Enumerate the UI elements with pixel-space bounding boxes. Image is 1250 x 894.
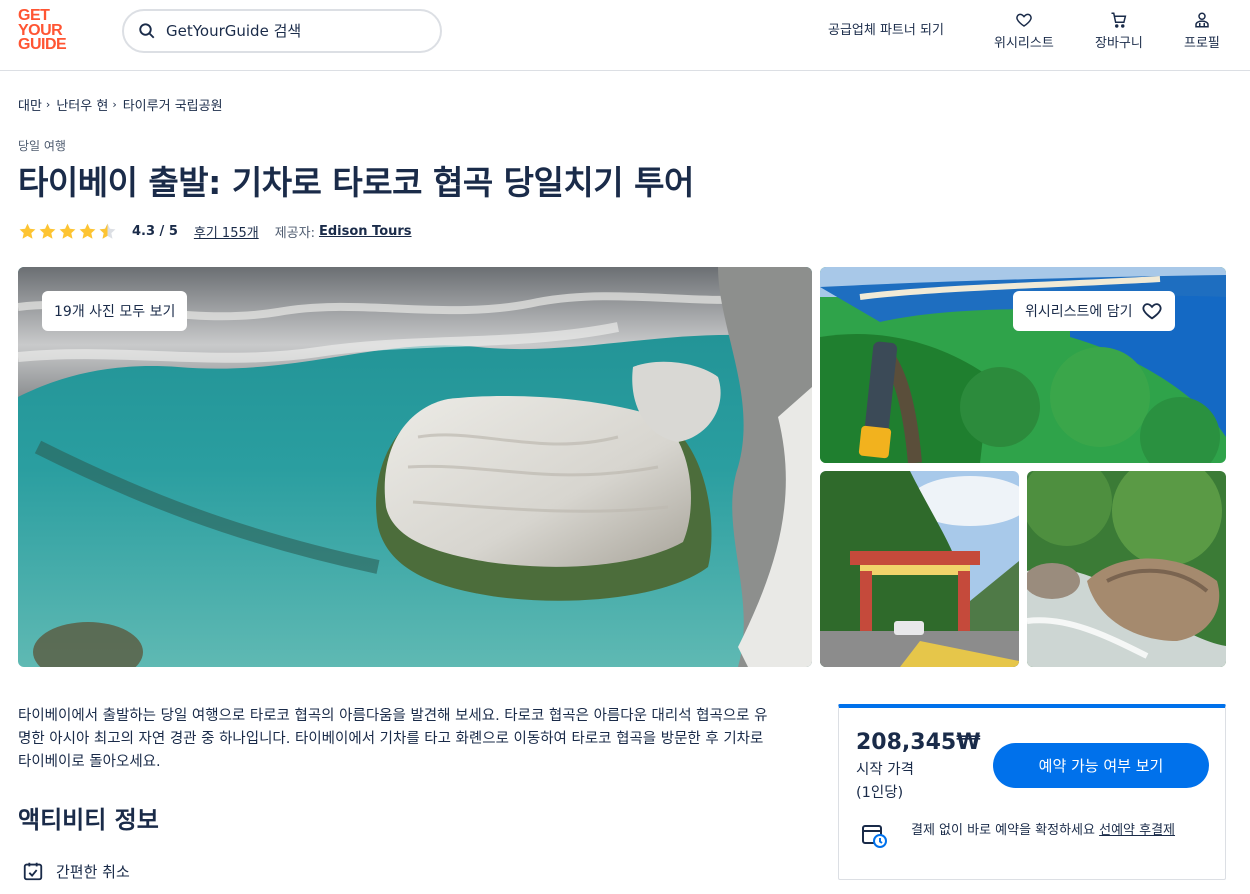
rating-row: 4.3 / 5 후기 155개 제공자: Edison Tours xyxy=(18,222,412,241)
feature-free-cancellation: 간편한 취소 xyxy=(22,860,130,882)
star-icon xyxy=(19,223,36,239)
chevron-right-icon: › xyxy=(112,98,117,111)
getyourguide-logo[interactable]: GET YOUR GUIDE xyxy=(18,8,76,55)
view-all-photos-button[interactable]: 19개 사진 모두 보기 xyxy=(42,291,188,331)
star-icon xyxy=(39,223,56,239)
reserve-now-pay-later: 결제 없이 바로 예약을 확정하세요 선예약 후결제 xyxy=(861,820,1211,850)
price-label: 시작 가격 xyxy=(856,762,914,778)
activity-category: 당일 여행 xyxy=(18,139,66,153)
page-title: 타이베이 출발: 기차로 타로코 협곡 당일치기 투어 xyxy=(18,163,694,202)
check-availability-button[interactable]: 예약 가능 여부 보기 xyxy=(993,743,1209,788)
profile-icon xyxy=(1195,12,1209,28)
calendar-check-icon xyxy=(23,862,43,881)
search-input[interactable] xyxy=(166,22,416,40)
reserve-link[interactable]: 선예약 후결제 xyxy=(1099,823,1175,838)
reviews-link[interactable]: 후기 155개 xyxy=(194,222,259,241)
search-bar[interactable] xyxy=(122,9,442,53)
price-unit: (1인당) xyxy=(856,785,904,801)
price-value: 208,345₩ xyxy=(856,730,981,755)
reserve-text: 결제 없이 바로 예약을 확정하세요 선예약 후결제 xyxy=(911,820,1175,850)
cart-icon xyxy=(1111,12,1127,28)
profile-label: 프로필 xyxy=(1184,36,1220,51)
star-rating xyxy=(18,222,118,241)
star-icon xyxy=(59,223,76,239)
add-to-wishlist-button[interactable]: 위시리스트에 담기 xyxy=(1013,291,1175,331)
nav-profile[interactable]: 프로필 xyxy=(1184,11,1220,51)
booking-card: 208,345₩ 시작 가격 (1인당) 예약 가능 여부 보기 결제 없이 바… xyxy=(838,704,1226,880)
reserve-description: 결제 없이 바로 예약을 확정하세요 xyxy=(911,823,1100,838)
nav-cart[interactable]: 장바구니 xyxy=(1095,11,1143,51)
half-star-icon xyxy=(99,223,116,239)
breadcrumb-item[interactable]: 난터우 현 xyxy=(56,95,108,114)
breadcrumb: 대만 › 난터우 현 › 타이루거 국립공원 xyxy=(18,95,223,114)
gallery-image-river[interactable] xyxy=(1027,471,1226,667)
star-icon xyxy=(79,223,96,239)
search-icon xyxy=(139,23,155,39)
provider-link[interactable]: Edison Tours xyxy=(319,224,412,239)
heart-icon xyxy=(1016,13,1032,27)
gallery-image-gate[interactable] xyxy=(820,471,1019,667)
logo-line-3: GUIDE xyxy=(18,36,67,53)
breadcrumb-item[interactable]: 타이루거 국립공원 xyxy=(123,95,223,114)
provider-label: 제공자: xyxy=(274,226,315,241)
heart-icon xyxy=(1141,303,1162,320)
breadcrumb-item[interactable]: 대만 xyxy=(18,95,42,114)
activity-info-title: 액티비티 정보 xyxy=(18,806,159,834)
rating-score: 4.3 / 5 xyxy=(132,224,178,239)
supplier-partner-link[interactable]: 공급업체 파트너 되기 xyxy=(828,19,944,38)
chevron-right-icon: › xyxy=(45,98,51,111)
feature-label: 간편한 취소 xyxy=(56,862,130,881)
activity-description: 타이베이에서 출발하는 당일 여행으로 타로코 협곡의 아름다움을 발견해 보세… xyxy=(18,708,768,770)
add-to-wishlist-label: 위시리스트에 담기 xyxy=(1025,304,1133,320)
nav-wishlist[interactable]: 위시리스트 xyxy=(994,11,1054,51)
wishlist-label: 위시리스트 xyxy=(994,36,1054,51)
cart-label: 장바구니 xyxy=(1095,36,1143,51)
calendar-clock-icon xyxy=(862,825,887,848)
site-header: GET YOUR GUIDE 공급업체 파트너 되기 위시리스트 장바구니 xyxy=(0,0,1250,71)
